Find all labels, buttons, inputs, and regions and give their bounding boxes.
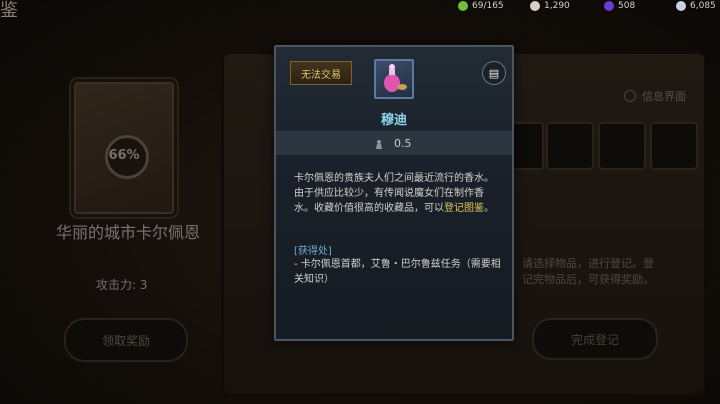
resource-pearl: 1,290 <box>530 0 570 12</box>
weight-info: 0.5 <box>374 137 412 150</box>
green-orb-icon <box>458 1 468 11</box>
source-header: [获得处] <box>294 246 332 257</box>
resource-gem: 508 <box>604 0 635 12</box>
item-tooltip: 无法交易 ▤ 穆迪 0.5 卡尔佩恩的贵族夫人们之间最近流行的香水。由于供应比较… <box>274 45 514 341</box>
item-name: 穆迪 <box>380 113 407 128</box>
top-bar: 鉴 69/165 1,290 508 6,085 <box>0 0 720 21</box>
purple-gem-icon <box>604 1 614 11</box>
book-icon[interactable]: ▤ <box>482 61 506 85</box>
untradable-badge: 无法交易 <box>290 61 352 85</box>
weight-icon <box>376 139 382 149</box>
pearl-icon <box>530 1 540 11</box>
resource-silver: 6,085 <box>676 0 716 12</box>
perfume-bottle-icon <box>384 64 407 92</box>
silver-coin-icon <box>676 1 686 11</box>
resource-energy: 69/165 <box>458 0 504 12</box>
page-title: 鉴 <box>0 0 18 21</box>
source-text: - 卡尔佩恩首都，艾鲁・巴尔鲁兹任务（需要相关知识） <box>294 259 501 285</box>
item-description: 卡尔佩恩的贵族夫人们之间最近流行的香水。由于供应比较少，有传闻说魔女们在制作香水… <box>294 173 494 214</box>
weight-value: 0.5 <box>394 137 412 150</box>
register-collection-link[interactable]: 登记图鉴 <box>444 203 484 214</box>
item-thumbnail <box>374 59 414 99</box>
